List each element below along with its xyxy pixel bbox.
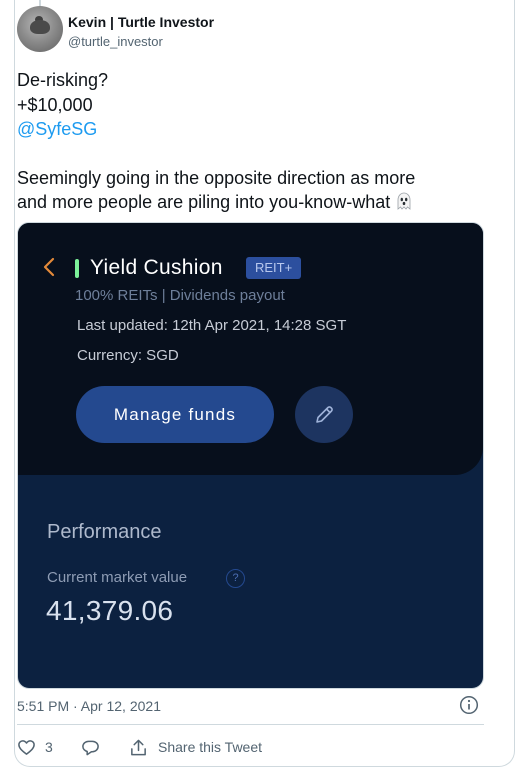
share-label: Share this Tweet: [158, 739, 263, 755]
app-screenshot-image[interactable]: Yield Cushion REIT+ 100% REITs | Dividen…: [17, 222, 484, 689]
fund-title: Yield Cushion: [90, 256, 223, 279]
share-icon: [131, 739, 146, 755]
fund-subtitle: 100% REITs | Dividends payout: [75, 287, 285, 304]
like-count: 3: [45, 739, 53, 755]
mention-link[interactable]: @SyfeSG: [17, 117, 487, 142]
performance-title: Performance: [47, 521, 162, 543]
fund-color-bar: [75, 259, 79, 278]
avatar[interactable]: [17, 6, 63, 52]
reply-button[interactable]: [81, 738, 129, 757]
manage-funds-button[interactable]: Manage funds: [76, 386, 274, 443]
reply-bubble-icon: [82, 740, 99, 755]
info-icon[interactable]: [459, 695, 479, 715]
heart-icon: [18, 739, 35, 755]
tweet-timestamp[interactable]: 5:51 PM · Apr 12, 2021: [17, 698, 161, 714]
tweet-line-2: +$10,000: [17, 94, 93, 115]
fund-header-panel: Yield Cushion REIT+ 100% REITs | Dividen…: [18, 223, 483, 475]
reit-badge: REIT+: [246, 257, 302, 279]
like-button[interactable]: 3: [17, 738, 81, 757]
last-updated-text: Last updated: 12th Apr 2021, 14:28 SGT: [77, 317, 347, 334]
tweet-line-5-text: and more people are piling into you-know…: [17, 192, 391, 212]
author-handle[interactable]: @turtle_investor: [68, 34, 163, 49]
tweet-line-1: De-risking?: [17, 70, 109, 90]
tweet-text: De-risking? +$10,000 @SyfeSG Seemingly g…: [17, 68, 487, 215]
tweet-line-4: Seemingly going in the opposite directio…: [17, 167, 416, 188]
market-value-label: Current market value: [47, 569, 188, 586]
chevron-left-icon[interactable]: [42, 257, 56, 283]
currency-text: Currency: SGD: [77, 347, 179, 364]
market-value: 41,379.06: [46, 595, 174, 626]
share-button[interactable]: Share this Tweet: [129, 738, 262, 757]
author-name[interactable]: Kevin | Turtle Investor: [68, 14, 214, 30]
divider: [17, 724, 484, 725]
turtle-shell-shape: [30, 20, 50, 34]
tweet-line-5: and more people are piling into you-know…: [17, 190, 487, 215]
tweet-actions: 3 Share this Tweet: [17, 736, 262, 758]
help-icon[interactable]: ?: [226, 569, 245, 588]
pencil-icon: [316, 405, 333, 423]
ghost-emoji-icon: [397, 192, 411, 210]
edit-button[interactable]: [295, 386, 353, 443]
